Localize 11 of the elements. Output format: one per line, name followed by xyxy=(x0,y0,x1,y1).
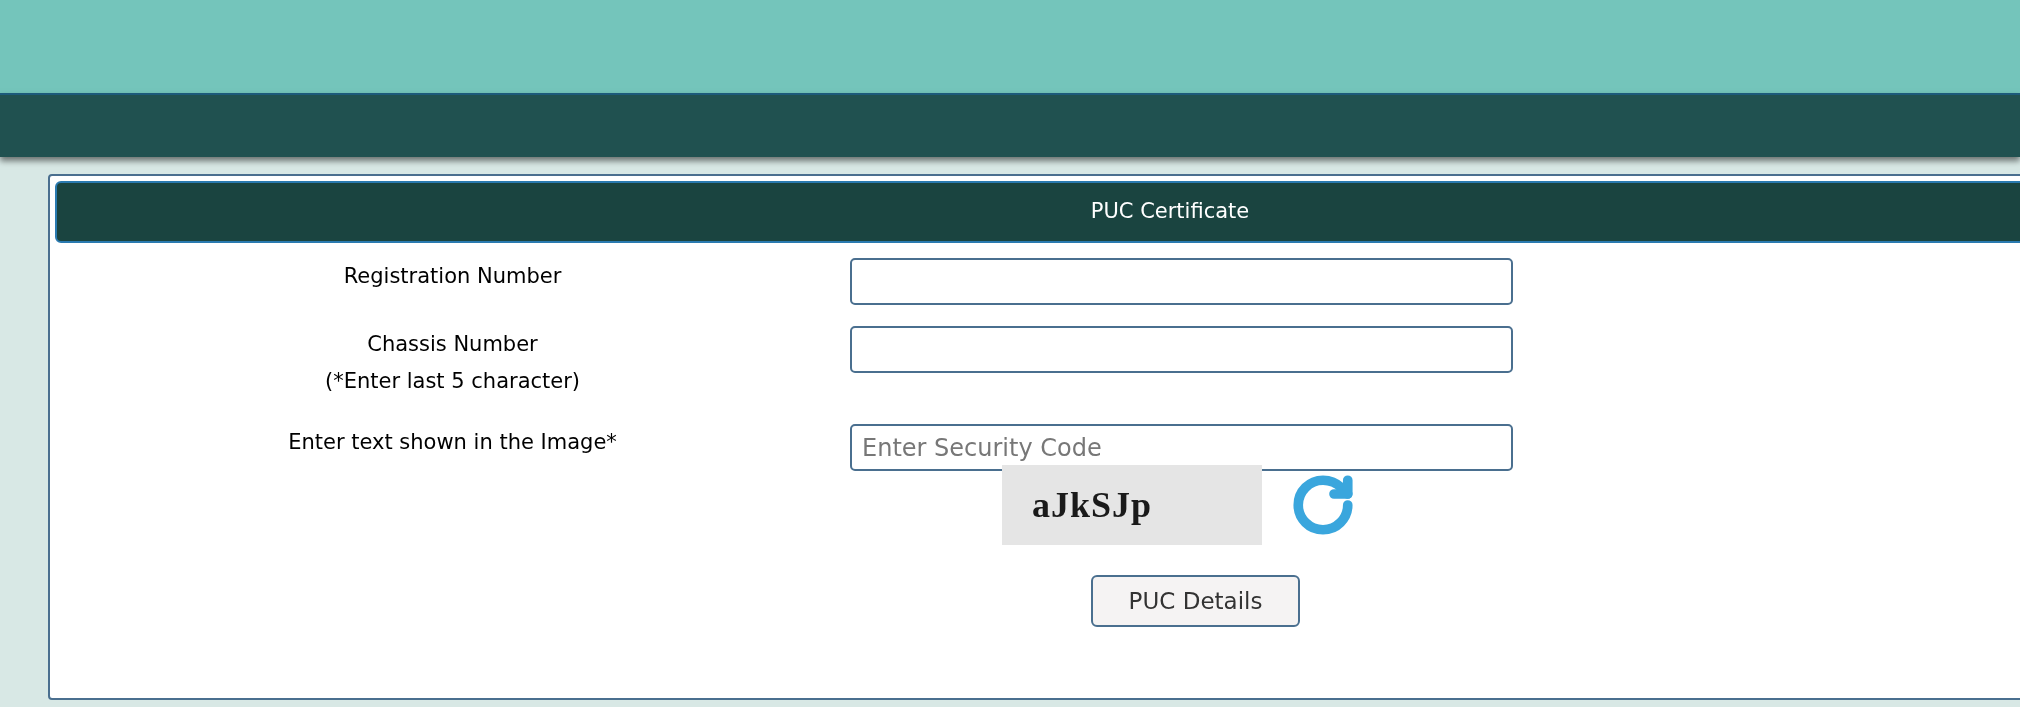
field-label: Enter text shown in the Image* xyxy=(288,429,617,456)
field-label: Chassis Number xyxy=(367,331,538,358)
puc-details-button[interactable]: PUC Details xyxy=(1091,575,1300,627)
field-note: (*Enter last 5 character) xyxy=(324,368,581,395)
panel-header: PUC Certificate xyxy=(55,181,2020,243)
input-field[interactable] xyxy=(850,258,1513,305)
field-label: Registration Number xyxy=(343,263,562,290)
input-field[interactable] xyxy=(850,326,1513,373)
input-field[interactable]: Enter Security Code xyxy=(850,424,1513,471)
captcha-image: aJkSJp xyxy=(1002,465,1262,545)
refresh-icon[interactable] xyxy=(1290,472,1356,538)
